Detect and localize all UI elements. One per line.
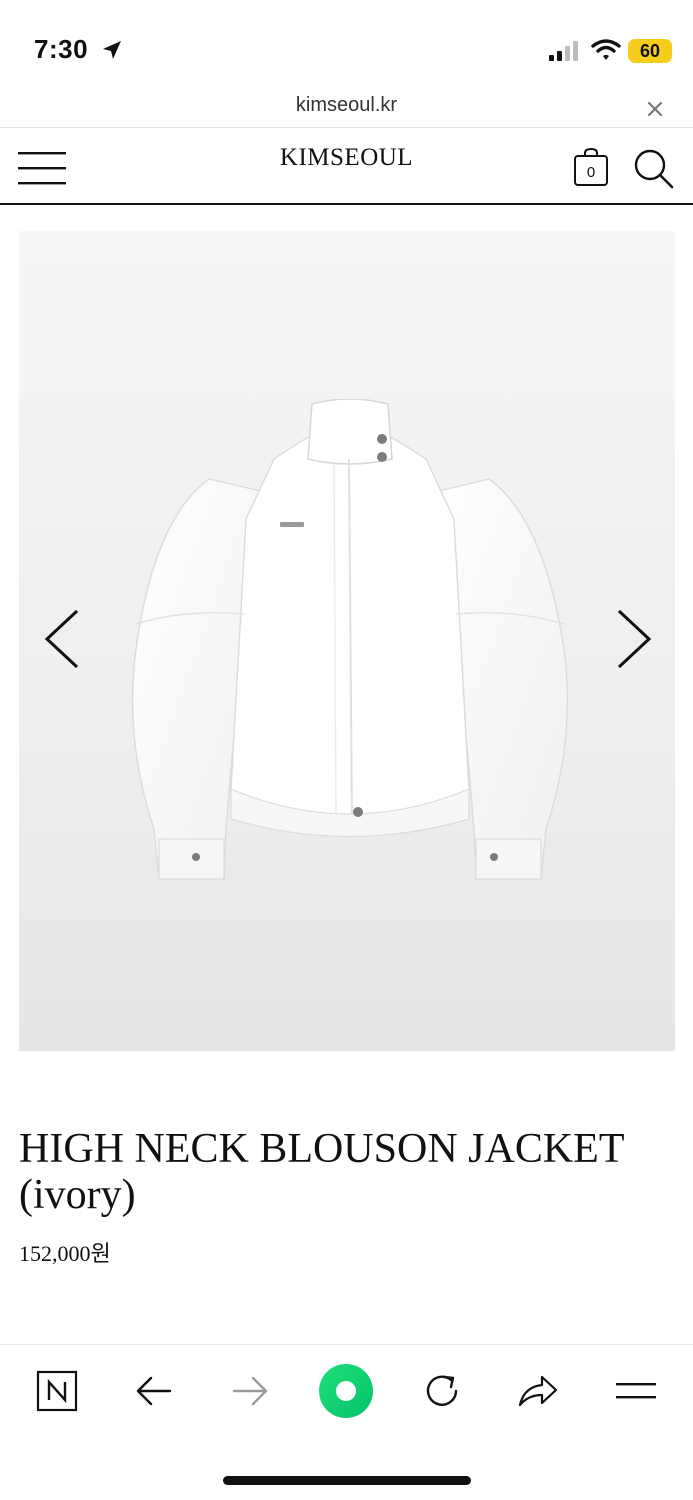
green-dot-button[interactable] <box>318 1364 374 1418</box>
status-time: 7:30 <box>34 34 89 64</box>
site-header: KIMSEOUL 0 <box>0 129 693 205</box>
chevron-right-icon[interactable] <box>611 607 655 671</box>
reload-button[interactable] <box>418 1365 466 1417</box>
green-dot-icon <box>319 1364 373 1418</box>
forward-arrow-icon <box>232 1376 268 1406</box>
product-title: HIGH NECK BLOUSON JACKET (ivory) <box>19 1126 624 1218</box>
wifi-icon <box>591 39 621 60</box>
cart-count: 0 <box>586 164 596 181</box>
forward-button[interactable] <box>226 1365 274 1417</box>
home-indicator <box>223 1476 471 1485</box>
menu-lines-icon <box>616 1383 656 1399</box>
naver-logo-icon <box>36 1370 78 1412</box>
share-button[interactable] <box>514 1365 562 1417</box>
url-text[interactable]: kimseoul.kr <box>0 94 693 117</box>
share-icon <box>518 1375 558 1407</box>
browser-toolbar <box>0 1344 693 1440</box>
menu-button[interactable] <box>612 1365 660 1417</box>
back-button[interactable] <box>130 1365 178 1417</box>
status-bar: 7:30 60 <box>0 0 693 90</box>
location-arrow-icon <box>103 41 121 59</box>
close-icon[interactable] <box>640 94 670 124</box>
reload-icon <box>426 1375 458 1406</box>
naver-home-button[interactable] <box>33 1365 81 1417</box>
back-arrow-icon <box>136 1376 172 1406</box>
chevron-left-icon[interactable] <box>41 607 85 671</box>
product-image-gallery[interactable] <box>19 231 675 1051</box>
product-price: 152,000원 <box>19 1241 111 1266</box>
search-icon[interactable] <box>632 147 674 189</box>
battery-icon: 60 <box>628 39 672 63</box>
cellular-signal-icon <box>549 41 578 61</box>
product-jacket-image <box>131 399 569 880</box>
browser-url-bar[interactable]: kimseoul.kr <box>0 90 693 128</box>
cart-button[interactable]: 0 <box>572 147 610 187</box>
